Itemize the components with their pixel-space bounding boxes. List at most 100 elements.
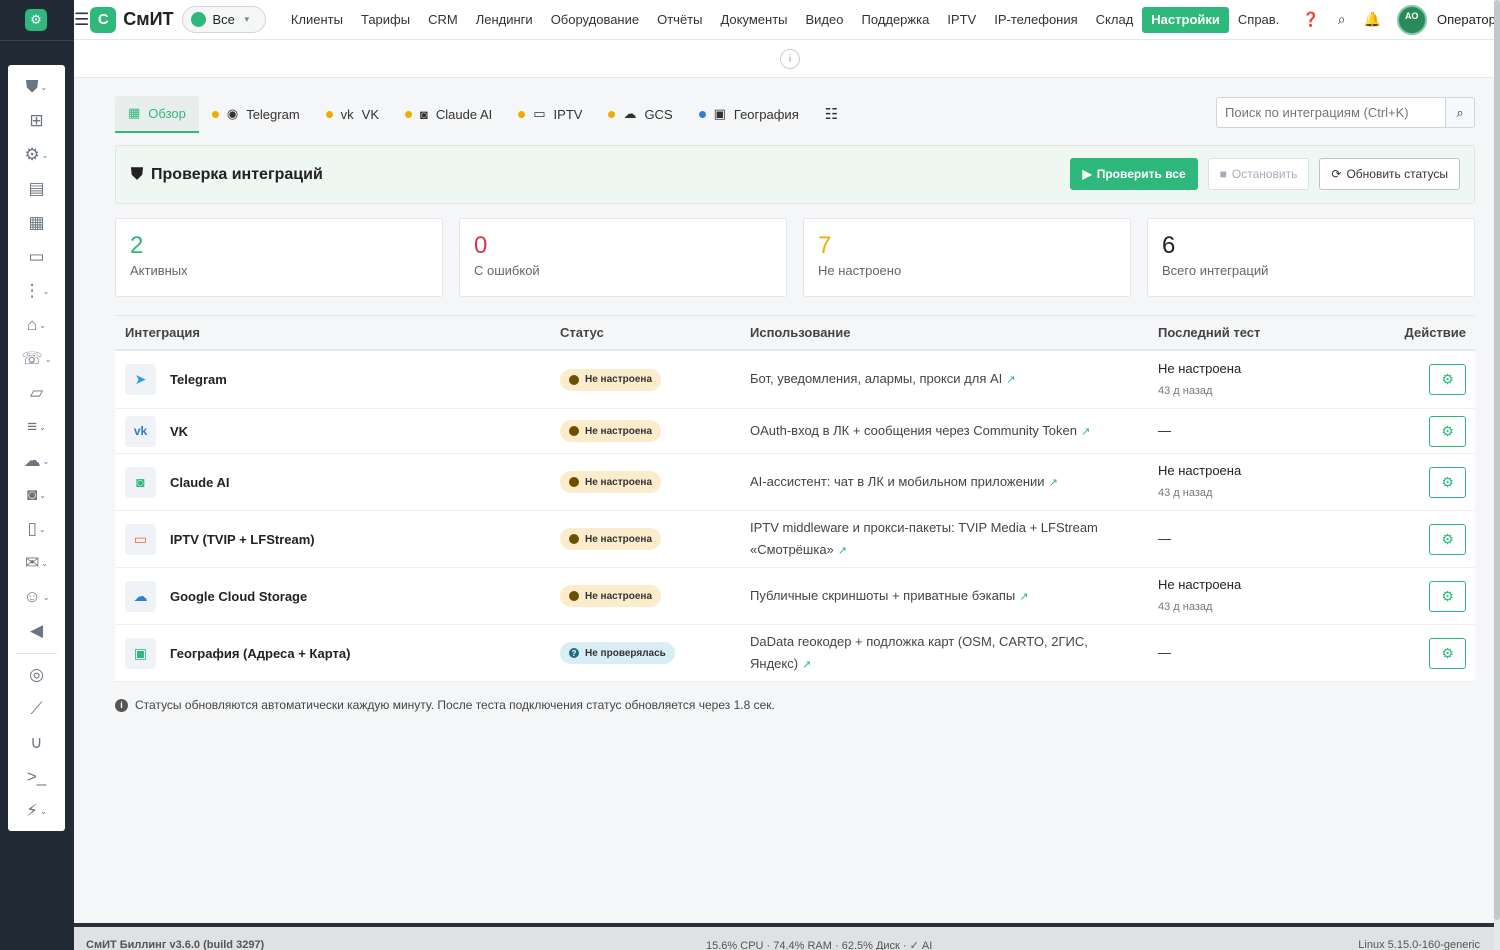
stat-card: 2 Активных	[115, 218, 443, 297]
help-icon[interactable]: ❓	[1302, 11, 1319, 28]
rail-item-cash-register[interactable]: ▦	[8, 209, 65, 237]
settings-button[interactable]: ⚙	[1429, 580, 1466, 612]
rail-item-envelope[interactable]: ✉ ⌄	[8, 549, 65, 577]
user-menu[interactable]: АО Оператор ▼	[1397, 4, 1500, 35]
rail-item-traffic-light[interactable]: ⋮ ⌄	[8, 277, 65, 305]
chevron-down-icon: ⌄	[40, 806, 47, 816]
footer-resources: 15.6% CPU · 74.4% RAM · 62.5% Диск · ✓ A…	[706, 940, 933, 950]
search-button[interactable]: ⌕	[1445, 97, 1475, 128]
tab-tv[interactable]: ▭ IPTV	[505, 96, 595, 133]
menu-item[interactable]: Справ.	[1229, 7, 1288, 33]
hamburger-menu-icon[interactable]: ☰	[74, 10, 89, 30]
chevron-down-icon: ⌄	[44, 354, 52, 364]
status-text: Не настроена	[585, 374, 653, 385]
rail-item-mobile[interactable]: ▯ ⌄	[8, 515, 65, 543]
menu-item[interactable]: Лендинги	[467, 7, 542, 33]
external-link-icon[interactable]: ↗	[1006, 374, 1015, 386]
stat-label: Не настроено	[818, 263, 902, 278]
tab-settings-icon[interactable]: ☷	[812, 96, 851, 133]
tab-cloud[interactable]: ☁ GCS	[595, 96, 685, 133]
settings-button[interactable]: ⚙	[1429, 523, 1466, 555]
rail-item-cloud[interactable]: ☁ ⌄	[8, 447, 65, 475]
settings-button[interactable]: ⚙	[1429, 466, 1466, 498]
stat-label: Всего интеграций	[1162, 263, 1269, 278]
status-dot-icon	[569, 374, 579, 385]
menu-item[interactable]: Отчёты	[648, 7, 711, 33]
menu-item[interactable]: Поддержка	[852, 7, 938, 33]
rail-item-scroll[interactable]: ▱	[8, 379, 65, 407]
settings-button[interactable]: ⚙	[1429, 637, 1466, 669]
rail-item-gears[interactable]: ⚙ ⌄	[8, 141, 65, 169]
rail-item-credit-card[interactable]: ▭	[8, 243, 65, 271]
rail-item-robot[interactable]: ◙ ⌄	[8, 481, 65, 509]
search-icon[interactable]: ⌕	[1338, 11, 1346, 28]
table-row: ☁ Google Cloud Storage Не настроена Публичн…	[115, 568, 1475, 625]
rail-item-phone-volume[interactable]: ☏ ⌄	[8, 345, 65, 373]
tab-table[interactable]: ▦ Обзор	[115, 95, 199, 133]
info-icon[interactable]: i	[780, 49, 800, 69]
menu-item[interactable]: Склад	[1087, 7, 1143, 33]
app-logo-icon[interactable]: ⚙	[25, 9, 47, 31]
external-link-icon[interactable]: ↗	[838, 545, 847, 557]
menu-item[interactable]: Настройки	[1142, 6, 1229, 33]
integration-name: IPTV (TVIP + LFStream)	[170, 531, 315, 547]
rail-item-bank[interactable]: ⌂ ⌄	[8, 311, 65, 339]
brand[interactable]: С СмИТ	[90, 6, 174, 33]
gear-icon: ⚙	[1441, 422, 1454, 439]
menu-item[interactable]: IP-телефония	[985, 7, 1086, 33]
menu-item[interactable]: Клиенты	[282, 7, 352, 33]
rail-item-database[interactable]: ◎	[8, 661, 65, 689]
col-status[interactable]: Статус	[560, 325, 750, 340]
settings-button[interactable]: ⚙	[1429, 415, 1466, 447]
tab-robot[interactable]: ◙ Claude AI	[392, 96, 505, 133]
rail-item-server[interactable]: ≡ ⌄	[8, 413, 65, 441]
status-note: i Статусы обновляются автоматически кажд…	[115, 698, 775, 712]
chevron-down-icon: ⌄	[42, 286, 50, 296]
rail-item-terminal[interactable]: >_	[8, 763, 65, 791]
status-note-text: Статусы обновляются автоматически каждую…	[135, 698, 775, 712]
refresh-statuses-button[interactable]: ⟳ Обновить статусы	[1319, 158, 1460, 190]
bell-icon[interactable]: 🔔	[1364, 11, 1381, 28]
external-link-icon[interactable]: ↗	[1019, 591, 1028, 603]
tab-telegram[interactable]: ◉ Telegram	[199, 96, 313, 133]
scrollbar-thumb[interactable]	[1494, 0, 1500, 920]
status-badge: ? Не проверялась	[560, 642, 675, 664]
stop-button[interactable]: ■ Остановить	[1207, 158, 1310, 190]
rail-item-stethoscope[interactable]: ∪	[8, 729, 65, 757]
search-input[interactable]	[1216, 97, 1445, 128]
rail-item-bullhorn[interactable]: ◀	[8, 617, 65, 645]
tab-list: ▦ Обзор ◉ Telegram vk VK ◙ Claude AI ▭ IPTV ☁ GCS ▣ Г…	[115, 95, 812, 133]
external-link-icon[interactable]: ↗	[1081, 426, 1090, 438]
settings-button[interactable]: ⚙	[1429, 364, 1466, 395]
rail-item-shield[interactable]: ⛊ ⌄	[8, 73, 65, 101]
col-usage[interactable]: Использование	[750, 325, 1158, 340]
menu-item[interactable]: Документы	[711, 7, 796, 33]
rail-item-bolt[interactable]: ⚡ ⌄	[8, 797, 65, 825]
stat-value: 2	[130, 232, 144, 259]
status-dot	[325, 110, 333, 118]
col-integration[interactable]: Интеграция	[115, 325, 560, 340]
gear-icon: ⚙	[1441, 644, 1454, 661]
scope-selector[interactable]: Все ▼	[181, 6, 266, 33]
menu-item[interactable]: CRM	[419, 7, 467, 33]
rail-item-users-cog[interactable]: ☺ ⌄	[8, 583, 65, 611]
rail-item-sitemap[interactable]: ⊞	[8, 107, 65, 135]
credit-card-icon: ▭	[28, 247, 45, 266]
menu-item[interactable]: Видео	[797, 7, 853, 33]
rail-item-broom[interactable]: ⟋	[8, 695, 65, 723]
menu-item[interactable]: IPTV	[938, 7, 985, 33]
cell-integration: ▭ IPTV (TVIP + LFStream)	[115, 523, 560, 555]
menu-item[interactable]: Оборудование	[542, 7, 648, 33]
chevron-down-icon: ⌄	[39, 422, 46, 432]
external-link-icon[interactable]: ↗	[1049, 477, 1058, 489]
col-last-test[interactable]: Последний тест	[1158, 325, 1378, 340]
table-icon: ▦	[128, 105, 141, 120]
menu-item[interactable]: Тарифы	[352, 7, 419, 33]
check-all-button[interactable]: ▶ Проверить все	[1070, 158, 1198, 190]
cell-status: Не настроена	[560, 528, 750, 550]
cell-action: ⚙	[1378, 415, 1475, 447]
rail-item-print[interactable]: ▤	[8, 175, 65, 203]
tab-vk[interactable]: vk VK	[313, 96, 392, 133]
external-link-icon[interactable]: ↗	[802, 659, 811, 671]
tab-map[interactable]: ▣ География	[686, 96, 812, 133]
